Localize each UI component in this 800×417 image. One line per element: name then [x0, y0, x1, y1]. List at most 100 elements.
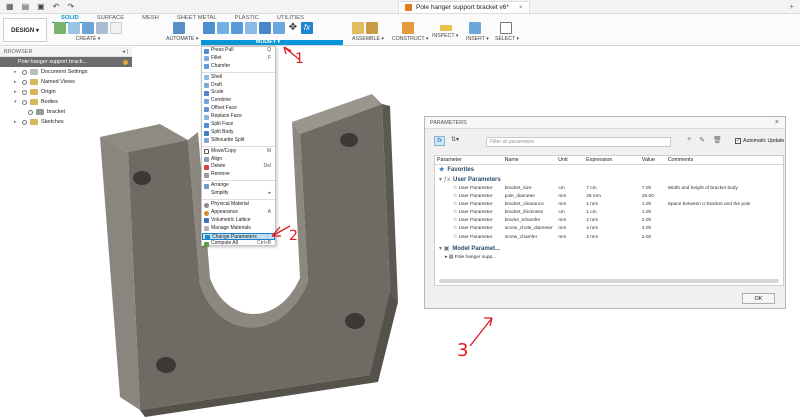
cell-expression[interactable]: 2 mm	[584, 234, 640, 242]
file-icon[interactable]: ▤	[22, 2, 30, 11]
cell-unit[interactable]: cm	[556, 185, 584, 193]
col-unit[interactable]: Unit	[556, 156, 584, 164]
cell-unit[interactable]: mm	[556, 201, 584, 209]
menu-item-press-pull[interactable]: Press Pull Q	[202, 47, 275, 55]
workspace-switcher[interactable]: DESIGN ▾	[3, 18, 47, 42]
menu-item-fillet[interactable]: Fillet F	[202, 55, 275, 63]
menu-item-remove[interactable]: Remove	[202, 171, 275, 179]
table-row[interactable]: ☆ User Parameter bracket_size cm 7 cm 7.…	[435, 185, 783, 193]
change-parameters-icon[interactable]: fx	[301, 22, 313, 34]
menu-item-more-icon[interactable]: ⋮	[265, 234, 270, 240]
document-tab[interactable]: Pole hanger support bracket v6* ×	[398, 1, 530, 13]
shell-icon[interactable]	[245, 22, 257, 34]
filter-input[interactable]: Filter all parameters	[486, 137, 671, 147]
col-name[interactable]: Name	[503, 156, 557, 164]
favorites-group[interactable]: ★ Favorites	[435, 165, 783, 175]
cell-name[interactable]: bracke_tchamfer	[503, 217, 557, 225]
automate-icon[interactable]	[173, 22, 185, 34]
inspect-menu[interactable]: INSPECT ▾	[432, 33, 458, 39]
cell-name[interactable]: bracket_size	[503, 185, 557, 193]
fillet-icon[interactable]	[217, 22, 229, 34]
menu-item-draft[interactable]: Draft	[202, 82, 275, 90]
cell-unit[interactable]: mm	[556, 217, 584, 225]
assemble-menu[interactable]: ASSEMBLE ▾	[352, 36, 384, 42]
cell-unit[interactable]: cm	[556, 209, 584, 217]
collapse-icon[interactable]: ◂ |	[122, 49, 128, 55]
automatic-update-checkbox[interactable]: ✓	[735, 138, 741, 144]
new-sketch-icon[interactable]	[54, 22, 66, 34]
cell-expression[interactable]: 7 cm	[584, 185, 640, 193]
cell-expression[interactable]: 28 mm	[584, 193, 640, 201]
eye-icon[interactable]	[22, 119, 27, 125]
menu-item-scale[interactable]: Scale	[202, 89, 275, 97]
insert-image-icon[interactable]	[469, 22, 481, 34]
tab-mesh[interactable]: MESH	[133, 14, 168, 23]
fx-filter-icon[interactable]: fx	[434, 136, 445, 146]
table-row[interactable]: ☆ User Parameter screw_chamfer mm 2 mm 2…	[435, 234, 783, 242]
grid-menu-icon[interactable]: ▦	[6, 2, 14, 11]
extrude-icon[interactable]	[68, 22, 80, 34]
favorite-star-icon[interactable]: ☆	[453, 210, 457, 215]
model-parameters-item[interactable]: ▸ ▤ Pole hanger supp...	[435, 254, 783, 262]
favorite-star-icon[interactable]: ☆	[453, 186, 457, 191]
cell-comment[interactable]: Width and height of bracket body	[666, 185, 783, 193]
select-menu[interactable]: SELECT ▾	[495, 36, 519, 42]
eye-icon[interactable]	[22, 79, 27, 85]
model-parameters-group[interactable]: ▾ ▣ Model Paramet...	[435, 244, 783, 254]
menu-item-shell[interactable]: Shell	[202, 74, 275, 82]
menu-item-align[interactable]: Align	[202, 156, 275, 164]
pattern-icon[interactable]	[110, 22, 122, 34]
cell-name[interactable]: bracket_thickness	[503, 209, 557, 217]
dialog-titlebar[interactable]: PARAMETERS ×	[425, 117, 785, 129]
hole-icon[interactable]	[96, 22, 108, 34]
menu-item-compute-all[interactable]: Compute All Ctrl+B	[202, 240, 275, 248]
edit-parameter-icon[interactable]: ✎	[699, 136, 705, 144]
col-parameter[interactable]: Parameter	[435, 156, 503, 164]
menu-item-chamfer[interactable]: Chamfer	[202, 63, 275, 71]
cell-expression[interactable]: 2 mm	[584, 217, 640, 225]
collapse-caret-icon[interactable]: ▾	[14, 97, 19, 107]
menu-item-volumetric-lattice[interactable]: Volumetric Lattice	[202, 217, 275, 225]
menu-item-appearance[interactable]: Appearance A	[202, 209, 275, 217]
add-tab-icon[interactable]: +	[789, 2, 794, 11]
revolve-icon[interactable]	[82, 22, 94, 34]
cell-comment[interactable]	[666, 217, 783, 225]
col-comments[interactable]: Comments	[666, 156, 783, 164]
collapse-caret-icon[interactable]: ▾ ▣	[439, 244, 449, 254]
browser-root[interactable]: Pole hanger support brack...	[0, 57, 132, 67]
joint-icon[interactable]	[366, 22, 378, 34]
menu-item-delete[interactable]: Delete Del	[202, 163, 275, 171]
press-pull-icon[interactable]	[203, 22, 215, 34]
add-parameter-icon[interactable]: +	[687, 136, 691, 144]
horizontal-scrollbar[interactable]	[439, 279, 779, 283]
menu-item-manage-materials[interactable]: Manage Materials	[202, 225, 275, 233]
replace-face-icon[interactable]	[273, 22, 285, 34]
cell-expression[interactable]: 1 cm	[584, 209, 640, 217]
offset-plane-icon[interactable]	[402, 22, 414, 34]
menu-item-move-copy[interactable]: Move/Copy M	[202, 148, 275, 156]
menu-item-combine[interactable]: Combine	[202, 97, 275, 105]
cell-unit[interactable]: mm	[556, 193, 584, 201]
construct-menu[interactable]: CONSTRUCT ▾	[392, 36, 429, 42]
cell-name[interactable]: pole_diameter	[503, 193, 557, 201]
new-component-icon[interactable]	[352, 22, 364, 34]
user-parameters-group[interactable]: ▾ ƒx User Parameters	[435, 175, 783, 185]
create-menu[interactable]: CREATE ▾	[54, 36, 122, 42]
cell-comment[interactable]: Space between U bracket and the pole	[666, 201, 783, 209]
menu-item-arrange[interactable]: Arrange	[202, 182, 275, 190]
menu-item-offset-face[interactable]: Offset Face	[202, 105, 275, 113]
cell-expression[interactable]: 1 mm	[584, 201, 640, 209]
expand-icon[interactable]: ▸	[14, 67, 19, 77]
sort-icon[interactable]: ⇅▾	[451, 136, 459, 143]
select-icon[interactable]	[500, 22, 512, 34]
eye-icon[interactable]	[22, 69, 27, 75]
col-value[interactable]: Value	[640, 156, 666, 164]
table-row[interactable]: ☆ User Parameter screw_chole_diameter mm…	[435, 225, 783, 233]
table-row[interactable]: ☆ User Parameter bracket_clearance mm 1 …	[435, 201, 783, 209]
measure-icon[interactable]	[440, 25, 452, 31]
favorite-star-icon[interactable]: ☆	[453, 226, 457, 231]
cell-comment[interactable]	[666, 225, 783, 233]
ok-button[interactable]: OK	[742, 293, 775, 304]
menu-item-replace-face[interactable]: Replace Face	[202, 113, 275, 121]
favorite-star-icon[interactable]: ☆	[453, 194, 457, 199]
